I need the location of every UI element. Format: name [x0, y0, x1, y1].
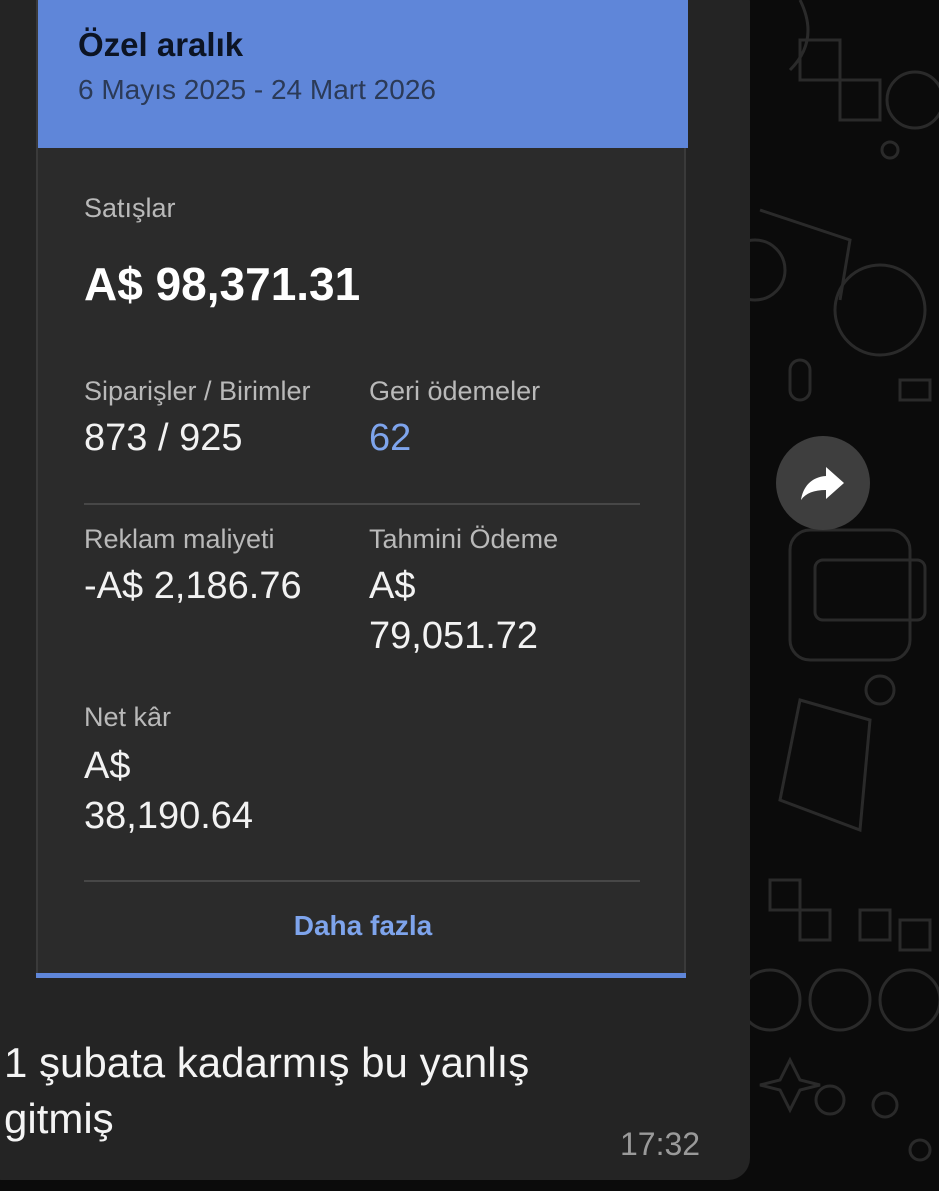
refunds-label: Geri ödemeler [369, 376, 541, 406]
sales-label: Satışlar [84, 193, 176, 223]
net-profit-label: Net kâr [84, 702, 172, 732]
ad-cost-label: Reklam maliyeti [84, 524, 275, 554]
more-button[interactable]: Daha fazla [38, 910, 688, 942]
net-profit-currency: A$ [84, 745, 131, 787]
message-line: gitmiş [4, 1095, 114, 1142]
net-profit-amount: 38,190.64 [84, 795, 254, 837]
message-timestamp: 17:32 [620, 1126, 701, 1162]
date-range: 6 Mayıs 2025 - 24 Mart 2026 [78, 74, 436, 105]
card-title: Özel aralık [78, 26, 244, 63]
orders-units-label: Siparişler / Birimler [84, 376, 311, 406]
estimated-payout-amount: 79,051.72 [369, 615, 539, 657]
divider [84, 880, 640, 882]
card-header: Özel aralık 6 Mayıs 2025 - 24 Mart 2026 [38, 0, 688, 148]
refunds-value[interactable]: 62 [369, 414, 411, 462]
ad-cost-value: -A$ 2,186.76 [84, 565, 302, 607]
sales-value: A$ 98,371.31 [84, 258, 361, 310]
message-text: 1 şubata kadarmış bu yanlış gitmiş [4, 1035, 684, 1147]
estimated-payout-label: Tahmini Ödeme [369, 524, 559, 554]
orders-units-value: 873 / 925 [84, 417, 243, 459]
sales-summary-card[interactable]: Özel aralık 6 Mayıs 2025 - 24 Mart 2026 … [36, 0, 688, 978]
card-bottom-accent [36, 973, 686, 978]
divider [84, 503, 640, 505]
forward-arrow-icon [801, 467, 844, 500]
estimated-payout-currency: A$ [369, 565, 416, 607]
message-line: 1 şubata kadarmış bu yanlış [4, 1039, 530, 1086]
forward-button[interactable] [776, 436, 870, 530]
